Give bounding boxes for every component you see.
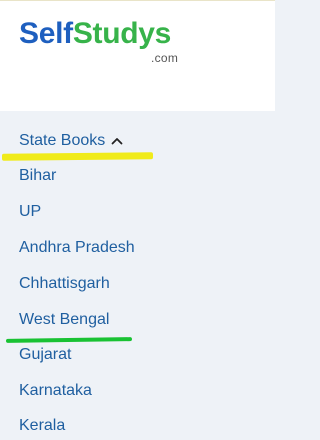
menu-item-chhattisgarh[interactable]: Chhattisgarh	[19, 272, 110, 296]
menu-item-andhra-pradesh[interactable]: Andhra Pradesh	[19, 236, 135, 260]
menu-item-up[interactable]: UP	[19, 200, 41, 224]
site-header: SelfStudys .com	[0, 1, 275, 111]
menu-item-gujarat[interactable]: Gujarat	[19, 343, 71, 367]
state-books-label: State Books	[19, 132, 106, 150]
chevron-up-icon	[111, 129, 123, 153]
menu-item-bihar[interactable]: Bihar	[19, 164, 56, 188]
logo-self-text: Self	[19, 17, 73, 50]
logo-studys-text: Studys	[72, 17, 172, 50]
logo-domain-suffix: .com	[151, 51, 179, 65]
logo-wordmark: SelfStudys	[19, 16, 171, 52]
menu-item-karnataka[interactable]: Karnataka	[19, 379, 92, 403]
menu-item-west-bengal[interactable]: West Bengal	[19, 308, 109, 332]
state-books-toggle[interactable]: State Books	[19, 129, 123, 153]
menu-item-kerala[interactable]: Kerala	[19, 414, 65, 438]
